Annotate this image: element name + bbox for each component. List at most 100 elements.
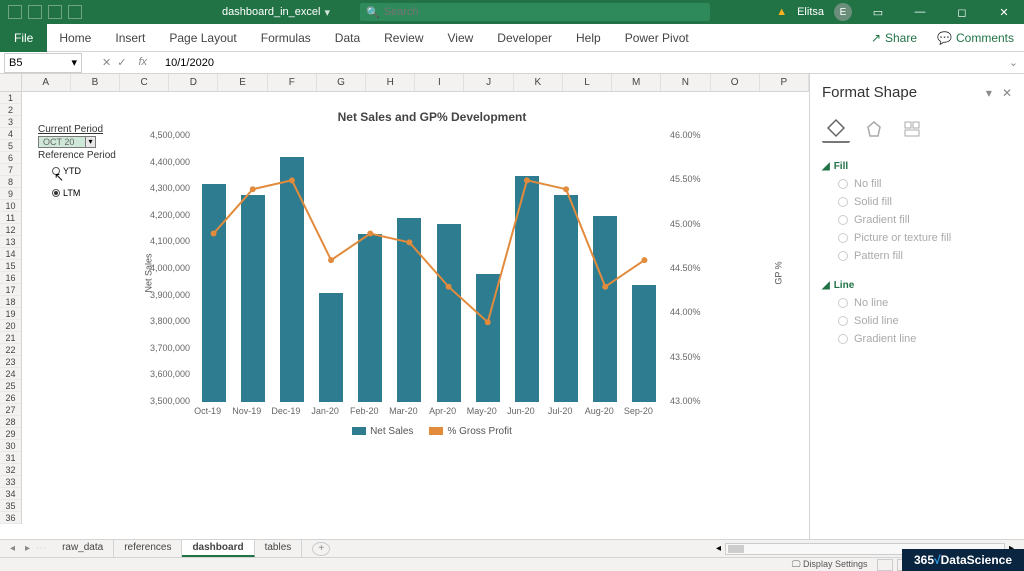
row-header[interactable]: 12	[0, 224, 21, 236]
row-header[interactable]: 28	[0, 416, 21, 428]
col-header[interactable]: P	[760, 74, 809, 91]
size-tab-icon[interactable]	[898, 115, 926, 143]
maximize-button[interactable]: ◻	[946, 0, 978, 24]
row-header[interactable]: 1	[0, 92, 21, 104]
row-header[interactable]: 22	[0, 344, 21, 356]
comments-button[interactable]: 💬 Comments	[927, 31, 1024, 45]
row-header[interactable]: 27	[0, 404, 21, 416]
col-header[interactable]: M	[612, 74, 661, 91]
warning-icon[interactable]: ▲	[776, 6, 787, 18]
row-header[interactable]: 33	[0, 476, 21, 488]
fill-option[interactable]: No fill	[838, 178, 1012, 190]
line-option[interactable]: Solid line	[838, 315, 1012, 327]
row-header[interactable]: 23	[0, 356, 21, 368]
ribbon-tab-review[interactable]: Review	[372, 24, 435, 52]
effects-tab-icon[interactable]	[860, 115, 888, 143]
row-header[interactable]: 3	[0, 116, 21, 128]
row-header[interactable]: 16	[0, 272, 21, 284]
row-header[interactable]: 30	[0, 440, 21, 452]
expand-formula-bar-icon[interactable]: ⌄	[1009, 56, 1018, 69]
chevron-down-icon[interactable]: ▾	[85, 137, 95, 147]
ribbon-tab-home[interactable]: Home	[47, 24, 103, 52]
col-header[interactable]: G	[317, 74, 366, 91]
row-header[interactable]: 15	[0, 260, 21, 272]
tab-nav-prev[interactable]: ◂	[10, 543, 15, 554]
row-header[interactable]: 18	[0, 296, 21, 308]
row-header[interactable]: 34	[0, 488, 21, 500]
share-button[interactable]: ↗ Share	[861, 31, 927, 45]
row-header[interactable]: 5	[0, 140, 21, 152]
row-header[interactable]: 29	[0, 428, 21, 440]
row-header[interactable]: 9	[0, 188, 21, 200]
col-header[interactable]: H	[366, 74, 415, 91]
col-header[interactable]: D	[169, 74, 218, 91]
worksheet[interactable]: ABCDEFGHIJKLMNOP 12345678910111213141516…	[0, 74, 809, 539]
qat-icon[interactable]	[8, 5, 22, 19]
row-header[interactable]: 26	[0, 392, 21, 404]
sheet-tab-raw_data[interactable]: raw_data	[52, 540, 114, 557]
col-header[interactable]: L	[563, 74, 612, 91]
search-box[interactable]: 🔍	[360, 3, 710, 21]
row-header[interactable]: 4	[0, 128, 21, 140]
minimize-button[interactable]: —	[904, 0, 936, 24]
chart[interactable]: Net Sales and GP% Development Net Sales …	[132, 108, 732, 448]
current-period-dropdown[interactable]: OCT 20 ▾	[38, 136, 96, 148]
row-header[interactable]: 14	[0, 248, 21, 260]
row-header[interactable]: 21	[0, 332, 21, 344]
row-header[interactable]: 11	[0, 212, 21, 224]
row-header[interactable]: 25	[0, 380, 21, 392]
close-button[interactable]: ✕	[988, 0, 1020, 24]
ribbon-tab-formulas[interactable]: Formulas	[249, 24, 323, 52]
fill-section-header[interactable]: ◢ Fill	[822, 161, 1012, 172]
ribbon-tab-data[interactable]: Data	[323, 24, 372, 52]
row-header[interactable]: 6	[0, 152, 21, 164]
tab-nav-next[interactable]: ▸	[25, 543, 30, 554]
ribbon-tab-help[interactable]: Help	[564, 24, 613, 52]
col-header[interactable]: I	[415, 74, 464, 91]
qat-icon[interactable]	[28, 5, 42, 19]
row-header[interactable]: 35	[0, 500, 21, 512]
fill-option[interactable]: Pattern fill	[838, 250, 1012, 262]
col-header[interactable]: B	[71, 74, 120, 91]
name-box[interactable]: B5▾	[4, 53, 82, 73]
line-option[interactable]: Gradient line	[838, 333, 1012, 345]
ribbon-tab-insert[interactable]: Insert	[103, 24, 157, 52]
line-section-header[interactable]: ◢ Line	[822, 280, 1012, 291]
col-header[interactable]: J	[464, 74, 513, 91]
avatar[interactable]: E	[834, 3, 852, 21]
fill-option[interactable]: Solid fill	[838, 196, 1012, 208]
select-all-corner[interactable]	[0, 74, 22, 91]
row-header[interactable]: 24	[0, 368, 21, 380]
col-header[interactable]: C	[120, 74, 169, 91]
ribbon-tab-developer[interactable]: Developer	[485, 24, 564, 52]
filename[interactable]: dashboard_in_excel	[222, 6, 320, 18]
ribbon-tab-page-layout[interactable]: Page Layout	[157, 24, 248, 52]
sheet-tab-dashboard[interactable]: dashboard	[182, 540, 254, 557]
row-header[interactable]: 17	[0, 284, 21, 296]
col-header[interactable]: O	[711, 74, 760, 91]
qat-icon[interactable]	[68, 5, 82, 19]
fill-option[interactable]: Picture or texture fill	[838, 232, 1012, 244]
sheet-tab-references[interactable]: references	[114, 540, 182, 557]
normal-view-icon[interactable]	[877, 559, 893, 571]
fx-icon[interactable]: fx	[138, 56, 147, 69]
col-header[interactable]: E	[218, 74, 267, 91]
row-header[interactable]: 10	[0, 200, 21, 212]
row-header[interactable]: 20	[0, 320, 21, 332]
ribbon-tab-file[interactable]: File	[0, 24, 47, 52]
ribbon-tab-view[interactable]: View	[436, 24, 486, 52]
col-header[interactable]: N	[661, 74, 710, 91]
confirm-formula-icon[interactable]: ✓	[117, 56, 126, 69]
radio-ltm[interactable]: LTM	[52, 188, 80, 198]
row-header[interactable]: 32	[0, 464, 21, 476]
col-header[interactable]: A	[22, 74, 71, 91]
sheet-tab-tables[interactable]: tables	[255, 540, 303, 557]
qat-icon[interactable]	[48, 5, 62, 19]
ribbon-display-icon[interactable]: ▭	[862, 0, 894, 24]
formula-input[interactable]: 10/1/2020	[165, 57, 214, 69]
fill-option[interactable]: Gradient fill	[838, 214, 1012, 226]
new-sheet-button[interactable]: +	[312, 542, 330, 556]
search-input[interactable]	[384, 6, 704, 18]
pane-options-icon[interactable]: ▾	[986, 86, 992, 100]
col-header[interactable]: K	[514, 74, 563, 91]
